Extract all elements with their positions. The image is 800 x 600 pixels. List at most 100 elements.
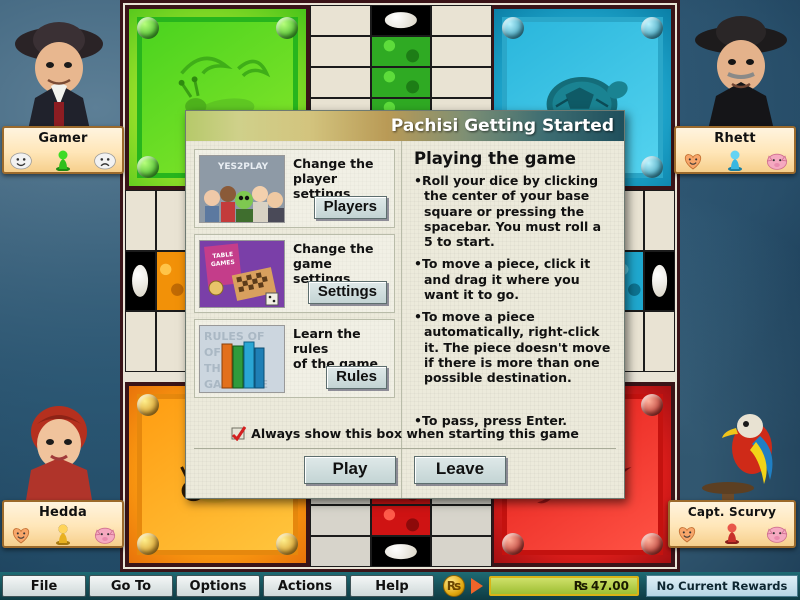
player-plate-capt-scurvy[interactable]: Capt. Scurvy (668, 500, 796, 548)
player-name: Hedda (38, 505, 88, 520)
option-settings-desc: Change the game settings (293, 239, 390, 286)
start-cell-green[interactable] (370, 5, 432, 36)
settings-button[interactable]: Settings (307, 281, 387, 304)
help-heading: Playing the game (414, 149, 576, 168)
home-cell-red[interactable] (370, 505, 432, 537)
track-cell[interactable] (644, 190, 675, 251)
currency-symbol: ₨ (573, 579, 589, 593)
track-cell[interactable] (431, 66, 492, 98)
menu-go-to[interactable]: Go To (89, 575, 173, 597)
track-cell[interactable] (431, 536, 492, 567)
rewards-status: No Current Rewards (646, 575, 798, 597)
option-rules-text: Learn the rules of the game Rules (285, 324, 390, 393)
coin-icon[interactable]: ₨ (443, 575, 465, 597)
avatar-scurvy (686, 392, 796, 512)
track-cell[interactable] (310, 35, 371, 67)
track-cell[interactable] (644, 311, 675, 372)
dialog-title: Pachisi Getting Started (390, 116, 614, 136)
game-window: Gamer Rhett Hedda Capt. Scurvy Pachisi G… (0, 0, 800, 600)
player-plate-hedda[interactable]: Hedda (2, 500, 124, 548)
dialog-footer: Always show this box when starting this … (186, 420, 624, 498)
track-cell[interactable] (431, 505, 492, 537)
footer-divider (194, 448, 616, 449)
checkbox-checked-icon[interactable] (231, 425, 247, 441)
heart-icon[interactable] (9, 525, 33, 545)
player-plate-row (670, 519, 794, 544)
player-plate-gamer[interactable]: Gamer (2, 126, 124, 174)
start-cell-orange[interactable] (125, 250, 156, 312)
player-piece-orange (56, 524, 70, 545)
players-thumbnail: YES2PLAY (199, 154, 285, 223)
track-cell[interactable] (155, 190, 187, 251)
pig-icon[interactable] (765, 151, 789, 171)
player-piece-blue (728, 150, 742, 171)
balance-amount: 47.00 (591, 579, 629, 593)
option-settings-text: Change the game settings Settings (285, 239, 390, 308)
start-cell-red[interactable] (370, 536, 432, 567)
option-players-desc: Change the player settings (293, 154, 390, 201)
pig-icon[interactable] (765, 524, 789, 544)
player-piece-red (725, 523, 739, 544)
rules-thumbnail: RULES OF OF GA TH RU GAME THE (199, 324, 285, 393)
dialog-title-bar: Pachisi Getting Started (186, 111, 624, 141)
player-plate-row (676, 146, 794, 171)
track-cell[interactable] (310, 66, 371, 98)
menu-file[interactable]: File (2, 575, 86, 597)
player-name: Gamer (38, 131, 88, 146)
track-cell[interactable] (310, 536, 371, 567)
help-bullet: To move a piece automatically, right-cli… (414, 309, 614, 385)
player-piece-green (56, 150, 70, 171)
play-button[interactable]: Play (304, 456, 396, 484)
desc-line-1: Learn the rules (293, 326, 361, 356)
always-show-row[interactable]: Always show this box when starting this … (186, 420, 624, 446)
player-plate-row (4, 146, 122, 171)
avatar-rhett (686, 10, 796, 130)
smiley-icon[interactable] (9, 151, 33, 171)
svg-text:YES2PLAY: YES2PLAY (217, 162, 269, 172)
start-cell-blue[interactable] (644, 250, 675, 312)
track-cell[interactable] (125, 190, 156, 251)
always-show-label: Always show this box when starting this … (251, 425, 579, 441)
rules-button[interactable]: Rules (326, 366, 387, 389)
option-players-text: Change the player settings Players (285, 154, 390, 223)
option-card-settings[interactable]: TABLE GAMES Change the game settings Set… (194, 234, 395, 313)
pig-icon[interactable] (93, 525, 117, 545)
home-cell-green[interactable] (370, 35, 432, 67)
menu-help[interactable]: Help (350, 575, 434, 597)
track-cell[interactable] (431, 35, 492, 67)
help-bullet: To move a piece, click it and drag it wh… (414, 256, 614, 302)
desc-line-1: Change the (293, 156, 374, 171)
track-cell[interactable] (155, 311, 187, 372)
settings-thumbnail: TABLE GAMES (199, 239, 285, 308)
arrow-right-icon (471, 578, 483, 594)
avatar-hedda (4, 392, 114, 512)
track-cell[interactable] (125, 311, 156, 372)
track-cell[interactable] (310, 505, 371, 537)
menu-actions[interactable]: Actions (263, 575, 347, 597)
track-cell[interactable] (310, 5, 371, 36)
dialog-action-buttons: Play Leave (186, 456, 624, 484)
players-button[interactable]: Players (313, 196, 387, 219)
heart-icon[interactable] (681, 151, 705, 171)
option-rules-desc: Learn the rules of the game (293, 324, 390, 371)
menu-options[interactable]: Options (176, 575, 260, 597)
player-plate-rhett[interactable]: Rhett (674, 126, 796, 174)
frown-icon[interactable] (93, 151, 117, 171)
help-bullet-list: Roll your dice by clicking the center of… (414, 173, 614, 429)
player-name: Rhett (714, 131, 756, 146)
leave-button[interactable]: Leave (414, 456, 506, 484)
home-cell-green[interactable] (370, 66, 432, 98)
option-card-players[interactable]: YES2PLAY Change the player settings Play… (194, 149, 395, 228)
avatar-gamer (4, 10, 114, 130)
home-cell-orange[interactable] (155, 250, 187, 312)
player-plate-row (4, 520, 122, 545)
bottom-toolbar: File Go To Options Actions Help ₨ ₨ 47.0… (0, 572, 800, 600)
help-bullet: Roll your dice by clicking the center of… (414, 173, 614, 249)
balance-display[interactable]: ₨ 47.00 (489, 576, 639, 596)
svg-text:RULES OF: RULES OF (204, 330, 265, 343)
track-cell[interactable] (431, 5, 492, 36)
desc-line-1: Change the (293, 241, 374, 256)
getting-started-dialog[interactable]: Pachisi Getting Started YES2PLAY Change … (185, 110, 625, 499)
option-card-rules[interactable]: RULES OF OF GA TH RU GAME THE Lea (194, 319, 395, 398)
heart-icon[interactable] (675, 524, 699, 544)
